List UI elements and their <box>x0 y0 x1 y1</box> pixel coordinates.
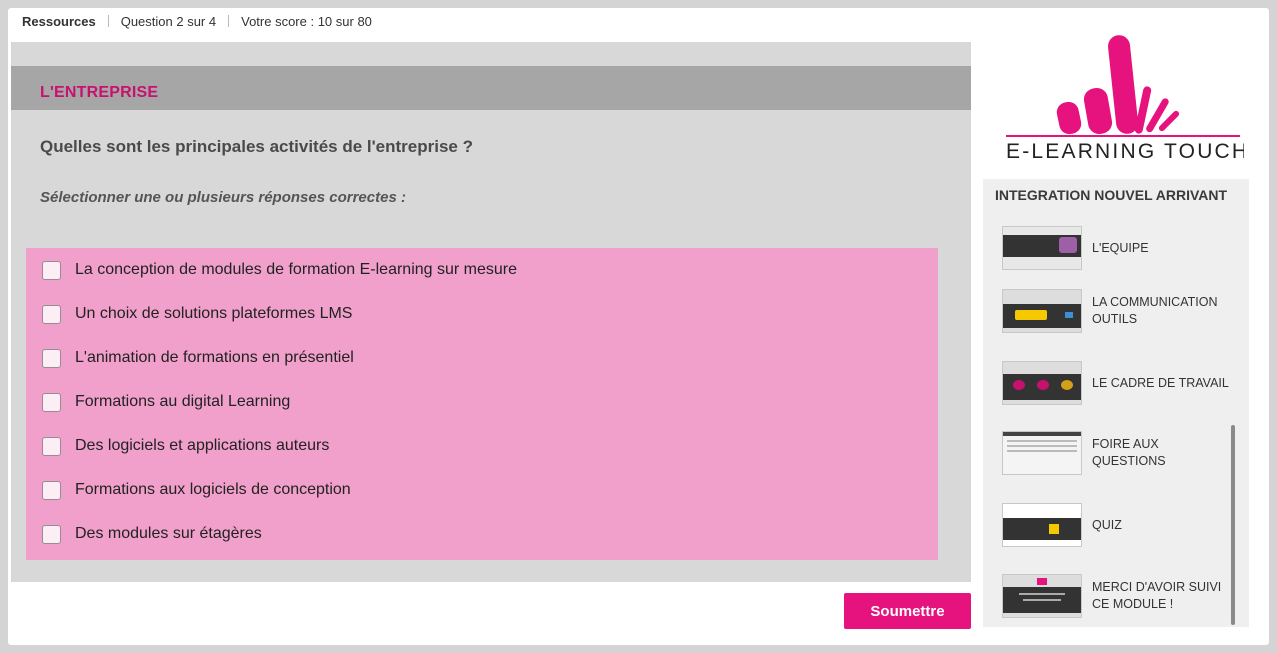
top-bar: Ressources Question 2 sur 4 Votre score … <box>22 13 372 29</box>
hand-logo-icon: E-LEARNING TOUCH’ <box>1006 35 1254 163</box>
divider <box>228 15 230 27</box>
answer-option[interactable]: Formations aux logiciels de conception <box>42 478 351 502</box>
answer-option[interactable]: L'animation de formations en présentiel <box>42 346 354 370</box>
company-logo: E-LEARNING TOUCH’ <box>994 26 1254 166</box>
checkbox[interactable] <box>42 260 61 280</box>
checkbox[interactable] <box>42 348 61 368</box>
answer-option[interactable]: La conception de modules de formation E-… <box>42 258 517 282</box>
module-sidebar: INTEGRATION NOUVEL ARRIVANT L'EQUIPE LA … <box>983 179 1249 627</box>
answer-option[interactable]: Des logiciels et applications auteurs <box>42 434 329 458</box>
answer-label: L'animation de formations en présentiel <box>75 349 354 366</box>
answer-label: La conception de modules de formation E-… <box>75 261 518 278</box>
answer-label: Formations au digital Learning <box>75 393 291 410</box>
instruction-text: Sélectionner une ou plusieurs réponses c… <box>40 189 406 206</box>
sidebar-item-label: L'EQUIPE <box>1092 240 1149 255</box>
sidebar-item-label: LA COMMUNICATION OUTILS <box>1092 295 1218 326</box>
slide-thumbnail <box>1002 226 1082 270</box>
sidebar-item-equipe[interactable]: L'EQUIPE <box>1002 226 1232 270</box>
answer-label: Des logiciels et applications auteurs <box>75 437 330 454</box>
divider <box>107 15 109 27</box>
score-display: Votre score : 10 sur 80 <box>241 13 372 29</box>
sidebar-title: INTEGRATION NOUVEL ARRIVANT <box>995 187 1228 203</box>
logo-text: E-LEARNING TOUCH’ <box>1006 140 1244 163</box>
answer-label: Formations aux logiciels de conception <box>75 481 351 498</box>
slide-thumbnail <box>1002 574 1082 618</box>
sidebar-item-label: LE CADRE DE TRAVAIL <box>1092 375 1229 390</box>
quiz-panel: L'ENTREPRISE Quelles sont les principale… <box>11 42 971 582</box>
answer-option[interactable]: Un choix de solutions plateformes LMS <box>42 302 352 326</box>
sidebar-item-cadre[interactable]: LE CADRE DE TRAVAIL <box>1002 361 1232 405</box>
sidebar-item-merci[interactable]: MERCI D'AVOIR SUIVI CE MODULE ! <box>1002 574 1232 618</box>
checkbox[interactable] <box>42 480 61 500</box>
sidebar-item-quiz[interactable]: QUIZ <box>1002 503 1232 547</box>
answer-list: La conception de modules de formation E-… <box>26 248 938 560</box>
section-header: L'ENTREPRISE <box>11 66 971 110</box>
answer-option[interactable]: Formations au digital Learning <box>42 390 290 414</box>
sidebar-item-communication[interactable]: LA COMMUNICATION OUTILS <box>1002 289 1232 333</box>
section-title: L'ENTREPRISE <box>40 84 159 101</box>
sidebar-item-label: QUIZ <box>1092 517 1122 532</box>
checkbox[interactable] <box>42 524 61 544</box>
slide-thumbnail <box>1002 361 1082 405</box>
resources-link[interactable]: Ressources <box>22 14 96 29</box>
checkbox[interactable] <box>42 436 61 456</box>
slide-thumbnail <box>1002 431 1082 475</box>
sidebar-scrollbar[interactable] <box>1231 425 1235 625</box>
sidebar-item-label: FOIRE AUX QUESTIONS <box>1092 437 1166 468</box>
sidebar-item-label: MERCI D'AVOIR SUIVI CE MODULE ! <box>1092 580 1222 611</box>
checkbox[interactable] <box>42 392 61 412</box>
answer-label: Des modules sur étagères <box>75 525 262 542</box>
answer-option[interactable]: Des modules sur étagères <box>42 522 262 546</box>
checkbox[interactable] <box>42 304 61 324</box>
slide-thumbnail <box>1002 289 1082 333</box>
sidebar-item-faq[interactable]: FOIRE AUX QUESTIONS <box>1002 431 1232 475</box>
question-text: Quelles sont les principales activités d… <box>40 137 473 156</box>
answer-label: Un choix de solutions plateformes LMS <box>75 305 353 322</box>
slide-thumbnail <box>1002 503 1082 547</box>
submit-button[interactable]: Soumettre <box>844 593 971 629</box>
question-progress: Question 2 sur 4 <box>120 13 217 29</box>
